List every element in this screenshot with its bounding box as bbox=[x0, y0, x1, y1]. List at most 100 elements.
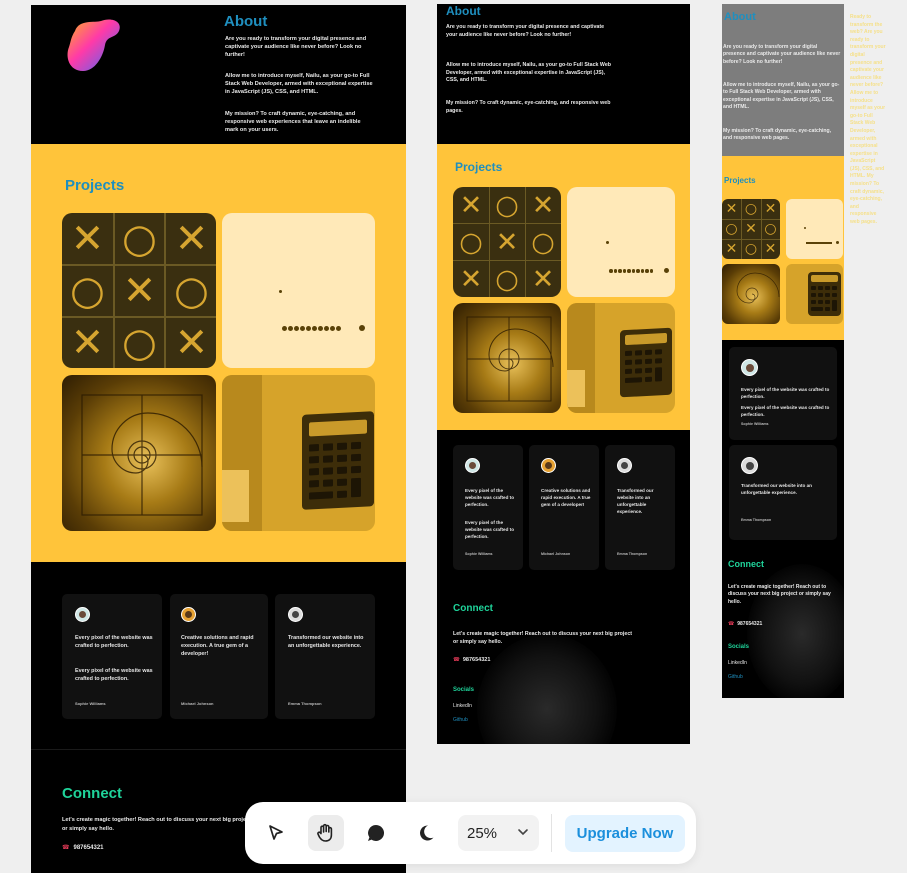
phone-icon: ☎ bbox=[728, 621, 735, 627]
testimonial-card-2: Creative solutions and rapid execution. … bbox=[170, 594, 268, 719]
projects-section: Projects ✕ ○ ✕ ○ ✕ ○ ✕ ○ ✕ bbox=[437, 144, 690, 430]
socials-heading: Socials bbox=[453, 687, 475, 693]
dark-mode-toggle[interactable] bbox=[408, 815, 444, 851]
phone-link[interactable]: ☎ 987654321 bbox=[453, 657, 490, 663]
upgrade-now-button[interactable]: Upgrade Now bbox=[565, 815, 685, 852]
testimonial-author: Sophie Williams bbox=[465, 552, 493, 556]
testimonial-author: Michael Johnson bbox=[541, 552, 571, 556]
select-tool-button[interactable] bbox=[258, 815, 294, 851]
testimonial-quote: Creative solutions and rapid execution. … bbox=[541, 488, 591, 507]
phone-number: 987654321 bbox=[737, 621, 763, 627]
phone-number: 987654321 bbox=[462, 657, 491, 663]
desktop-preview-frame[interactable]: About Are you ready to transform your di… bbox=[31, 5, 406, 873]
linkedin-link[interactable]: LinkedIn bbox=[453, 703, 472, 709]
projects-heading: Projects bbox=[65, 177, 125, 194]
project-calculator[interactable] bbox=[786, 264, 843, 324]
testimonial-card-1: Every pixel of the website was crafted t… bbox=[453, 445, 523, 570]
projects-heading: Projects bbox=[455, 160, 503, 174]
testimonial-card-2: Creative solutions and rapid execution. … bbox=[529, 445, 599, 570]
moon-icon bbox=[420, 825, 434, 841]
about-paragraph-1: Are you ready to transform your digital … bbox=[225, 36, 367, 58]
testimonial-author: Emma Thompson bbox=[288, 701, 322, 706]
github-link[interactable]: Github bbox=[728, 674, 743, 680]
testimonial-card-3: Transformed our website into an unforget… bbox=[605, 445, 675, 570]
phone-link[interactable]: ☎ 987654321 bbox=[62, 844, 104, 851]
tablet-preview-frame[interactable]: About Are you ready to transform your di… bbox=[437, 4, 690, 744]
avatar bbox=[741, 359, 758, 376]
testimonial-quote-extra: Every pixel of the website was crafted t… bbox=[741, 405, 830, 417]
testimonial-quote: Transformed our website into an unforget… bbox=[288, 635, 364, 649]
zoom-select[interactable]: 25% bbox=[458, 815, 539, 851]
about-paragraph-2: Allow me to introduce myself, Nailu, as … bbox=[723, 82, 840, 111]
cursor-arrow-icon bbox=[269, 825, 283, 840]
project-calculator[interactable] bbox=[567, 303, 675, 413]
testimonial-card-3: Transformed our website into an unforget… bbox=[729, 445, 837, 540]
avatar bbox=[541, 458, 556, 473]
project-tic-tac-toe[interactable]: ✕ ○ ✕ ○ ✕ ○ ✕ ○ ✕ bbox=[453, 187, 561, 297]
connect-heading: Connect bbox=[453, 603, 493, 614]
hand-icon bbox=[317, 823, 333, 842]
testimonial-author: Sophie Williams bbox=[75, 701, 106, 706]
project-snake-game[interactable] bbox=[222, 213, 375, 368]
about-paragraph-3: My mission? To craft dynamic, eye-catchi… bbox=[446, 100, 611, 114]
project-calculator[interactable] bbox=[222, 375, 375, 531]
project-fibonacci-spiral[interactable] bbox=[722, 264, 780, 324]
about-heading: About bbox=[724, 11, 756, 23]
socials-heading: Socials bbox=[728, 644, 750, 650]
about-paragraph-1: Are you ready to transform your digital … bbox=[723, 44, 841, 65]
testimonial-quote: Transformed our website into an unforget… bbox=[617, 488, 654, 514]
section-divider bbox=[31, 749, 406, 750]
project-snake-game[interactable] bbox=[786, 199, 843, 259]
project-fibonacci-spiral[interactable] bbox=[453, 303, 561, 413]
calculator-body bbox=[620, 327, 672, 398]
testimonial-author: Sophie Williams bbox=[741, 422, 769, 426]
brand-logo-icon bbox=[67, 19, 120, 71]
zoom-level: 25% bbox=[467, 824, 498, 842]
about-paragraph-3: My mission? To craft dynamic, eye-catchi… bbox=[723, 128, 832, 142]
testimonial-card-1: Every pixel of the website was crafted t… bbox=[729, 347, 837, 440]
projects-section: Projects ✕ ○ ✕ ○ ✕ ○ ✕ ○ ✕ bbox=[31, 144, 406, 562]
about-paragraph-3: My mission? To craft dynamic, eye-catchi… bbox=[225, 111, 361, 133]
about-paragraph-2: Allow me to introduce myself, Nailu, as … bbox=[225, 73, 373, 95]
canvas-toolbar: 25% Upgrade Now bbox=[245, 802, 696, 864]
avatar bbox=[465, 458, 480, 473]
toolbar-divider bbox=[551, 814, 552, 852]
about-paragraph-2: Allow me to introduce myself, Nailu, as … bbox=[446, 62, 612, 84]
calculator-body bbox=[302, 411, 374, 510]
about-heading: About bbox=[446, 4, 481, 18]
testimonial-quote: Every pixel of the website was crafted t… bbox=[465, 488, 515, 507]
mobile-preview-frame[interactable]: About Are you ready to transform your di… bbox=[722, 4, 844, 698]
chevron-down-icon bbox=[518, 829, 528, 836]
testimonial-author: Emma Thompson bbox=[741, 518, 772, 522]
testimonial-quote: Every pixel of the website was crafted t… bbox=[75, 635, 153, 649]
testimonial-card-1: Every pixel of the website was crafted t… bbox=[62, 594, 162, 719]
project-tic-tac-toe[interactable]: ✕ ○ ✕ ○ ✕ ○ ✕ ○ ✕ bbox=[62, 213, 216, 368]
snake-body bbox=[806, 242, 832, 244]
avatar bbox=[75, 607, 90, 622]
testimonial-card-3: Transformed our website into an unforget… bbox=[275, 594, 375, 719]
avatar bbox=[617, 458, 632, 473]
avatar bbox=[288, 607, 303, 622]
about-paragraph-1: Are you ready to transform your digital … bbox=[446, 24, 605, 38]
linkedin-link[interactable]: LinkedIn bbox=[728, 660, 747, 666]
project-tic-tac-toe[interactable]: ✕ ○ ✕ ○ ✕ ○ ✕ ○ ✕ bbox=[722, 199, 780, 259]
connect-heading: Connect bbox=[728, 559, 764, 569]
mobile-overflow-text: Ready to transform the web? Are you read… bbox=[850, 14, 886, 226]
connect-text: Let's create magic together! Reach out t… bbox=[62, 817, 252, 832]
comment-tool-button[interactable] bbox=[358, 815, 394, 851]
testimonial-quote-extra: Every pixel of the website was crafted t… bbox=[75, 668, 153, 682]
phone-number: 987654321 bbox=[73, 844, 104, 851]
github-link[interactable]: Github bbox=[453, 717, 468, 723]
project-snake-game[interactable] bbox=[567, 187, 675, 297]
snake-body bbox=[282, 326, 342, 332]
connect-heading: Connect bbox=[62, 785, 122, 802]
phone-link[interactable]: ☎ 987654321 bbox=[728, 621, 762, 627]
projects-section: Projects ✕ ○ ✕ ○ ✕ ○ ✕ ○ ✕ bbox=[722, 156, 844, 340]
projects-heading: Projects bbox=[724, 176, 756, 185]
decorative-wave bbox=[477, 634, 617, 744]
avatar bbox=[181, 607, 196, 622]
testimonial-author: Emma Thompson bbox=[617, 552, 648, 556]
avatar bbox=[741, 457, 758, 474]
project-fibonacci-spiral[interactable] bbox=[62, 375, 216, 531]
hand-tool-button[interactable] bbox=[308, 815, 344, 851]
